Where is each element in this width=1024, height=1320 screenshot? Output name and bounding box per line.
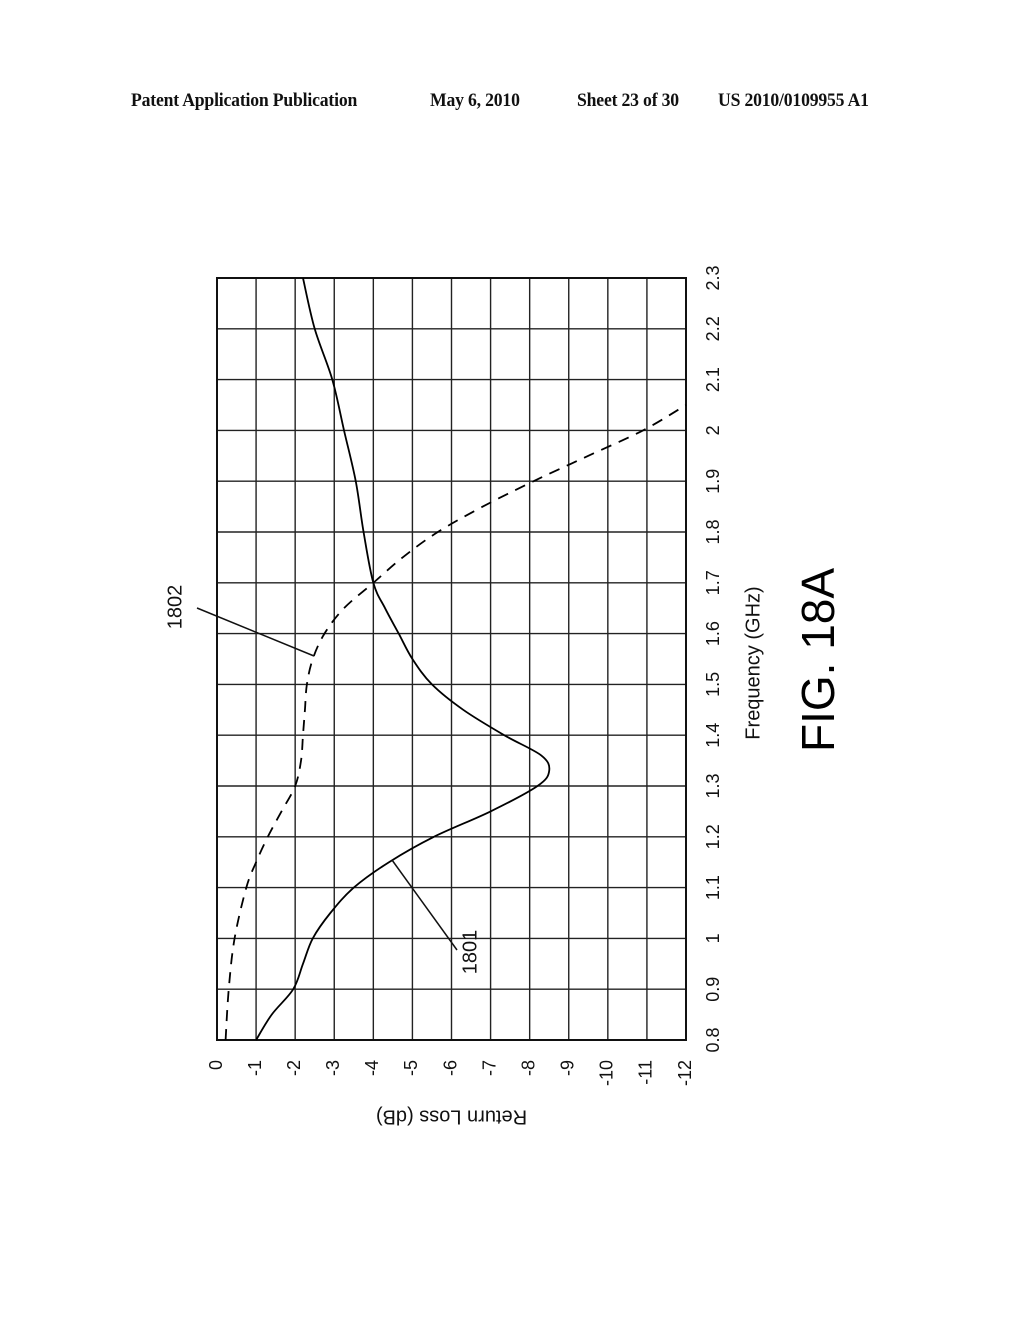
x-tick-label: 2.2	[703, 316, 723, 341]
y-tick-label: -9	[558, 1060, 578, 1076]
callout-label-1801: 1801	[459, 930, 481, 975]
y-tick-label: -10	[597, 1060, 617, 1086]
x-tick-label: 1.3	[703, 773, 723, 798]
x-tick-label: 0.8	[703, 1027, 723, 1052]
x-tick-label: 1.6	[703, 621, 723, 646]
x-tick-label: 2.1	[703, 367, 723, 392]
y-tick-label: -11	[636, 1060, 656, 1085]
y-tick-label: -4	[362, 1060, 382, 1076]
y-tick-label: 0	[206, 1060, 226, 1070]
x-tick-label: 1.1	[703, 875, 723, 900]
x-tick-label: 2	[703, 425, 723, 435]
x-tick-label: 2.3	[703, 265, 723, 290]
x-tick-label: 1.8	[703, 519, 723, 544]
x-tick-label: 1.4	[703, 723, 723, 748]
x-tick-label: 1.2	[703, 824, 723, 849]
x-axis-title: Frequency (GHz)	[742, 586, 764, 739]
x-tick-label: 1.5	[703, 672, 723, 697]
y-tick-label: -7	[479, 1060, 499, 1076]
x-tick-label: 1.9	[703, 469, 723, 494]
y-tick-label: -5	[401, 1060, 421, 1076]
callout-leader-1801	[391, 859, 458, 951]
y-tick-label: -8	[518, 1060, 538, 1076]
callout-label-1802: 1802	[164, 585, 186, 630]
y-axis-title: Return Loss (dB)	[376, 1106, 527, 1128]
y-tick-label: -2	[284, 1060, 304, 1076]
x-tick-label: 1	[703, 933, 723, 943]
chart-grid	[216, 277, 687, 1041]
y-tick-label: -12	[675, 1060, 695, 1086]
series-line-1801	[255, 277, 551, 1041]
y-tick-label: -6	[440, 1060, 460, 1076]
x-tick-label: 1.7	[703, 570, 723, 595]
y-tick-label: -1	[245, 1060, 265, 1076]
return-loss-chart: 0 -1 -2 -3 -4 -5 -6 -7 -8 -9 -10 -11 -12 0.8 0.9 1 1.1 1.…	[164, 265, 844, 1128]
figure-label: FIG. 18A	[792, 568, 844, 752]
y-tick-label: -3	[323, 1060, 343, 1076]
x-tick-label: 0.9	[703, 977, 723, 1002]
